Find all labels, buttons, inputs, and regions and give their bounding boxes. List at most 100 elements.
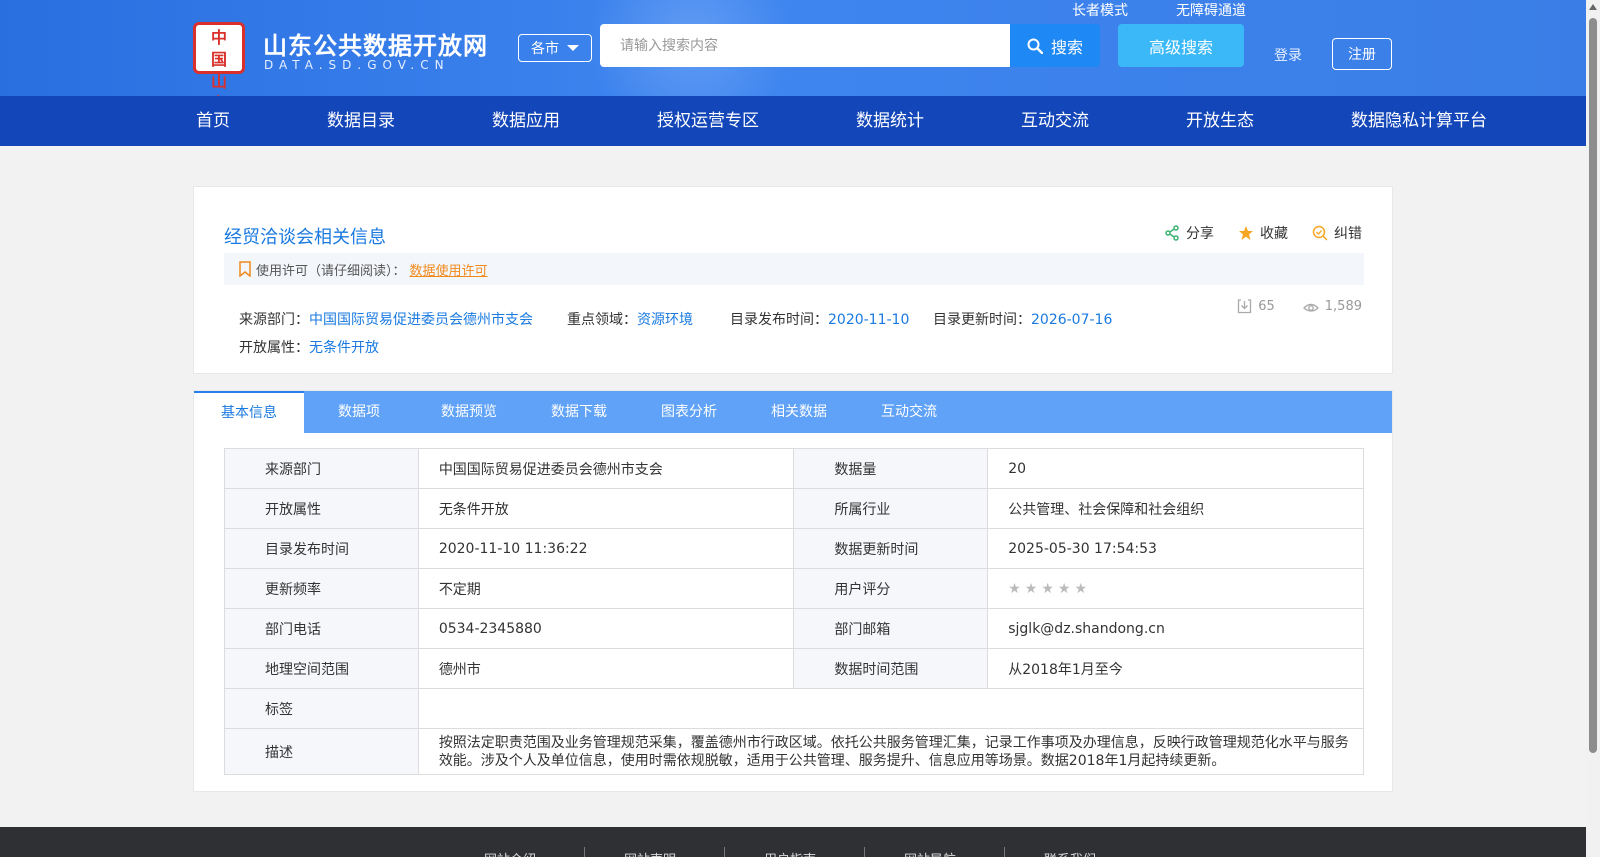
table-key: 更新频率 bbox=[224, 568, 419, 609]
chevron-down-icon bbox=[567, 45, 579, 51]
favorite-label: 收藏 bbox=[1260, 226, 1288, 242]
share-label: 分享 bbox=[1186, 226, 1214, 242]
bookmark-icon bbox=[239, 261, 251, 277]
table-row: 来源部门 中国国际贸易促进委员会德州市支会 数据量 20 bbox=[224, 448, 1364, 489]
rating-stars[interactable]: ★ ★ ★ ★ ★ bbox=[1008, 581, 1363, 597]
table-value: 公共管理、社会保障和社会组织 bbox=[987, 488, 1364, 529]
tag-value bbox=[417, 688, 1365, 729]
star-icon[interactable]: ★ bbox=[1025, 581, 1038, 597]
table-value: 德州市 bbox=[417, 648, 795, 689]
table-row: 部门电话 0534-2345880 部门邮箱 sjglk@dz.shandong… bbox=[224, 608, 1364, 649]
search-button-label: 搜索 bbox=[1050, 37, 1083, 57]
nav-item-home[interactable]: 首页 bbox=[196, 96, 230, 146]
site-header: 中 国 山 东 山东公共数据开放网 DATA.SD.GOV.CN 长者模式 无障… bbox=[0, 0, 1586, 96]
meta-open-value[interactable]: 无条件开放 bbox=[309, 340, 379, 356]
meta-source-value[interactable]: 中国国际贸易促进委员会德州市支会 bbox=[309, 312, 533, 328]
tab-basic-info[interactable]: 基本信息 bbox=[194, 391, 304, 433]
nav-item-apps[interactable]: 数据应用 bbox=[492, 96, 560, 146]
table-key: 标签 bbox=[224, 688, 419, 729]
table-value: 中国国际贸易促进委员会德州市支会 bbox=[417, 448, 795, 489]
seal-char: 山 bbox=[210, 72, 227, 91]
dataset-stats: 65 1,589 bbox=[1237, 299, 1362, 314]
advanced-search-button[interactable]: 高级搜索 bbox=[1118, 24, 1244, 67]
table-row: 目录发布时间 2020-11-10 11:36:22 数据更新时间 2025-0… bbox=[224, 528, 1364, 569]
register-button[interactable]: 注册 bbox=[1332, 38, 1392, 70]
search-icon bbox=[1027, 38, 1043, 54]
table-key: 部门电话 bbox=[224, 608, 419, 649]
correct-label: 纠错 bbox=[1334, 226, 1362, 242]
table-row: 更新频率 不定期 用户评分 ★ ★ ★ ★ ★ bbox=[224, 568, 1364, 609]
scrollbar-thumb[interactable] bbox=[1589, 18, 1597, 753]
footer-link-about[interactable]: 网站介绍 bbox=[484, 849, 536, 857]
error-report-icon bbox=[1312, 225, 1328, 241]
tab-chart-analysis[interactable]: 图表分析 bbox=[634, 391, 744, 433]
nav-item-authorized[interactable]: 授权运营专区 bbox=[657, 96, 759, 146]
table-row: 地理空间范围 德州市 数据时间范围 从2018年1月至今 bbox=[224, 648, 1364, 689]
correct-button[interactable]: 纠错 bbox=[1312, 223, 1362, 243]
page-scrollbar[interactable] bbox=[1586, 0, 1600, 857]
star-icon bbox=[1239, 226, 1253, 240]
download-count: 65 bbox=[1237, 299, 1275, 314]
table-key: 数据更新时间 bbox=[793, 528, 989, 569]
share-icon bbox=[1165, 225, 1179, 241]
login-link[interactable]: 登录 bbox=[1274, 45, 1302, 65]
meta-update: 目录更新时间：2026-07-16 bbox=[933, 309, 1112, 329]
nav-item-stats[interactable]: 数据统计 bbox=[856, 96, 924, 146]
share-button[interactable]: 分享 bbox=[1164, 223, 1214, 243]
nav-item-catalog[interactable]: 数据目录 bbox=[327, 96, 395, 146]
star-icon[interactable]: ★ bbox=[1041, 581, 1054, 597]
footer-divider bbox=[1004, 847, 1005, 857]
star-icon[interactable]: ★ bbox=[1074, 581, 1087, 597]
site-subtitle: DATA.SD.GOV.CN bbox=[264, 58, 450, 72]
city-select-label: 各市 bbox=[531, 41, 559, 57]
tab-data-preview[interactable]: 数据预览 bbox=[414, 391, 524, 433]
city-select[interactable]: 各市 bbox=[518, 34, 592, 62]
meta-publish-value: 2020-11-10 bbox=[828, 312, 910, 328]
site-title[interactable]: 山东公共数据开放网 bbox=[263, 26, 488, 61]
search-button[interactable]: 搜索 bbox=[1010, 24, 1100, 67]
tab-data-items[interactable]: 数据项 bbox=[304, 391, 414, 433]
license-link[interactable]: 数据使用许可 bbox=[410, 260, 488, 279]
nav-item-interaction[interactable]: 互动交流 bbox=[1021, 96, 1089, 146]
site-logo-seal[interactable]: 中 国 山 东 bbox=[193, 22, 245, 96]
footer-divider bbox=[724, 847, 725, 857]
table-key: 地理空间范围 bbox=[224, 648, 419, 689]
table-row: 描述 按照法定职责范围及业务管理规范采集，覆盖德州市行政区域。依托公共服务管理汇… bbox=[224, 728, 1365, 775]
table-value: 2025-05-30 17:54:53 bbox=[987, 528, 1364, 569]
table-value: 不定期 bbox=[417, 568, 795, 609]
table-value: 20 bbox=[987, 448, 1364, 489]
elder-mode-link[interactable]: 长者模式 bbox=[1072, 0, 1128, 20]
table-value: sjglk@dz.shandong.cn bbox=[987, 608, 1364, 649]
tab-interaction[interactable]: 互动交流 bbox=[854, 391, 964, 433]
description-value: 按照法定职责范围及业务管理规范采集，覆盖德州市行政区域。依托公共服务管理汇集，记… bbox=[417, 728, 1365, 775]
meta-source-label: 来源部门： bbox=[239, 312, 309, 328]
footer-link-contact[interactable]: 联系我们 bbox=[1044, 849, 1096, 857]
footer-link-sitemap[interactable]: 网站导航 bbox=[904, 849, 956, 857]
tab-data-download[interactable]: 数据下载 bbox=[524, 391, 634, 433]
meta-open-label: 开放属性： bbox=[239, 340, 309, 356]
nav-item-ecosystem[interactable]: 开放生态 bbox=[1186, 96, 1254, 146]
footer-divider bbox=[864, 847, 865, 857]
favorite-button[interactable]: 收藏 bbox=[1238, 223, 1288, 243]
table-key: 来源部门 bbox=[224, 448, 419, 489]
license-label: 使用许可（请仔细阅读）： bbox=[256, 263, 406, 279]
main-nav: 首页 数据目录 数据应用 授权运营专区 数据统计 互动交流 开放生态 数据隐私计… bbox=[0, 96, 1586, 146]
meta-field-value[interactable]: 资源环境 bbox=[637, 312, 693, 328]
nav-item-privacy[interactable]: 数据隐私计算平台 bbox=[1351, 96, 1487, 146]
footer-link-statement[interactable]: 网站声明 bbox=[624, 849, 676, 857]
accessibility-link[interactable]: 无障碍通道 bbox=[1176, 0, 1246, 20]
table-key: 目录发布时间 bbox=[224, 528, 419, 569]
meta-publish: 目录发布时间：2020-11-10 bbox=[730, 309, 909, 329]
table-key: 部门邮箱 bbox=[793, 608, 989, 649]
license-bar: 使用许可（请仔细阅读）： 数据使用许可 bbox=[224, 253, 1364, 285]
table-value: 0534-2345880 bbox=[417, 608, 795, 649]
search-input[interactable] bbox=[600, 24, 1010, 67]
scroll-up-icon[interactable] bbox=[1589, 4, 1597, 10]
footer-link-guide[interactable]: 用户指南 bbox=[764, 849, 816, 857]
dataset-detail-card: 基本信息 数据项 数据预览 数据下载 图表分析 相关数据 互动交流 来源部门 中… bbox=[193, 390, 1393, 792]
star-icon[interactable]: ★ bbox=[1058, 581, 1071, 597]
tab-related-data[interactable]: 相关数据 bbox=[744, 391, 854, 433]
seal-char: 中 bbox=[210, 28, 227, 47]
meta-update-value: 2026-07-16 bbox=[1031, 312, 1113, 328]
star-icon[interactable]: ★ bbox=[1008, 581, 1021, 597]
